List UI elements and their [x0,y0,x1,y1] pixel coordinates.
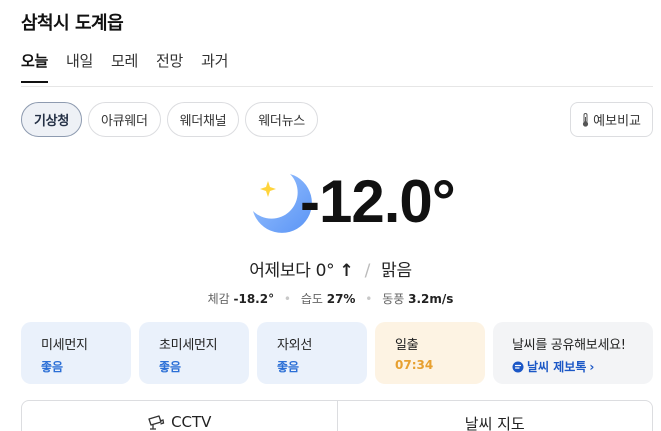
source-chips: 기상청 아큐웨더 웨더채널 웨더뉴스 [21,102,318,137]
chevron-right-icon: › [589,359,595,374]
wind-value: 3.2m/s [408,292,454,306]
card-value: 07:34 [395,358,434,372]
weather-map-button[interactable]: 날씨 지도 [336,401,653,431]
wind-label: 동풍 [382,292,405,306]
thermometer-icon [583,112,589,127]
card-share-weather[interactable]: 날씨를 공유해보세요! 날씨 제보톡 › [493,322,653,384]
location-title: 삼척시 도계읍 [21,13,124,34]
current-temperature: -12.0° [300,168,456,235]
tab-outlook[interactable]: 전망 [156,50,183,83]
card-label: 초미세먼지 [159,338,218,353]
card-value: 좋음 [277,360,300,374]
chat-bubble-icon [512,361,524,372]
card-value: 좋음 [159,360,182,374]
card-sunrise[interactable]: 일출 07:34 [375,322,485,384]
card-value: 좋음 [41,360,64,374]
forecast-compare-label: 예보비교 [593,114,641,129]
source-chip-weatherchannel[interactable]: 웨더채널 [166,102,240,137]
vs-yesterday: 어제보다 0° [249,261,335,281]
feels-like-label: 체감 [207,292,230,306]
card-label: 일출 [395,338,419,353]
tabs-divider [21,86,653,87]
card-label: 미세먼지 [41,338,88,353]
detail-dot: • [365,292,373,306]
weather-condition: 맑음 [381,261,412,281]
forecast-compare-button[interactable]: 예보비교 [570,102,653,137]
cctv-label: CCTV [171,413,212,431]
card-fine-dust[interactable]: 미세먼지 좋음 [21,322,131,384]
detail-dot: • [283,292,291,306]
tab-day-after[interactable]: 모레 [111,50,138,83]
weather-report-talk-link[interactable]: 날씨 제보톡 › [512,358,653,375]
weather-summary: 어제보다 0° ↑ / 맑음 [0,256,661,281]
humidity-label: 습도 [300,292,323,306]
source-chip-accuweather[interactable]: 아큐웨더 [87,102,161,137]
card-ultrafine-dust[interactable]: 초미세먼지 좋음 [139,322,249,384]
tab-tomorrow[interactable]: 내일 [66,50,93,83]
summary-separator: / [364,261,371,281]
bottom-bar: CCTV 날씨 지도 [21,400,653,431]
card-uv[interactable]: 자외선 좋음 [257,322,367,384]
summary-cards: 미세먼지 좋음 초미세먼지 좋음 자외선 좋음 일출 07:34 날씨를 공유해… [21,322,653,384]
card-label: 자외선 [277,338,312,353]
weather-map-label: 날씨 지도 [464,415,525,431]
source-chip-kma[interactable]: 기상청 [21,102,82,137]
source-chip-weathernews[interactable]: 웨더뉴스 [245,102,318,137]
weather-details: 체감 -18.2° • 습도 27% • 동풍 3.2m/s [0,290,661,307]
humidity-value: 27% [326,292,356,306]
cctv-button[interactable]: CCTV [22,401,337,431]
day-tabs: 오늘 내일 모레 전망 과거 [21,50,246,83]
weather-report-talk-label: 날씨 제보톡 [527,360,587,374]
cctv-camera-icon [148,415,165,430]
tab-past[interactable]: 과거 [201,50,228,83]
tab-today[interactable]: 오늘 [21,50,48,83]
feels-like-value: -18.2° [233,292,275,306]
trend-arrow-icon: ↑ [339,261,354,281]
share-label: 날씨를 공유해보세요! [512,338,626,353]
